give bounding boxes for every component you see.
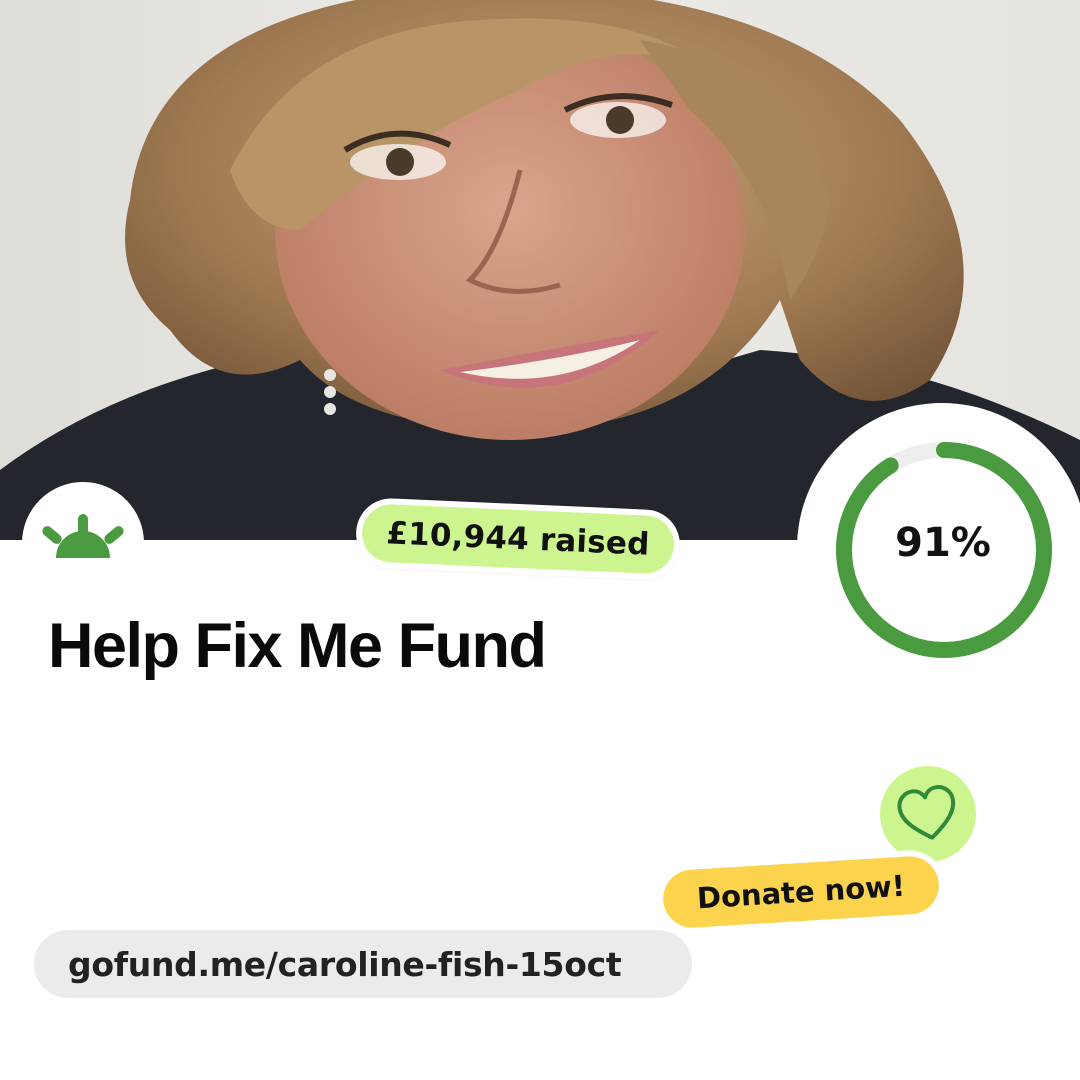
heart-badge[interactable] [880,766,976,862]
campaign-url[interactable]: gofund.me/caroline-fish-15oct [34,930,692,998]
heart-outline-icon [897,785,956,840]
donate-now-label: Donate now! [661,854,941,930]
progress-percentage: 91% [895,520,991,566]
amount-raised-badge: £10,944 raised [354,496,682,582]
gofundme-sunrise-icon [42,514,124,558]
amount-raised-text: £10,944 raised [360,503,676,575]
campaign-title: Help Fix Me Fund [48,611,547,681]
